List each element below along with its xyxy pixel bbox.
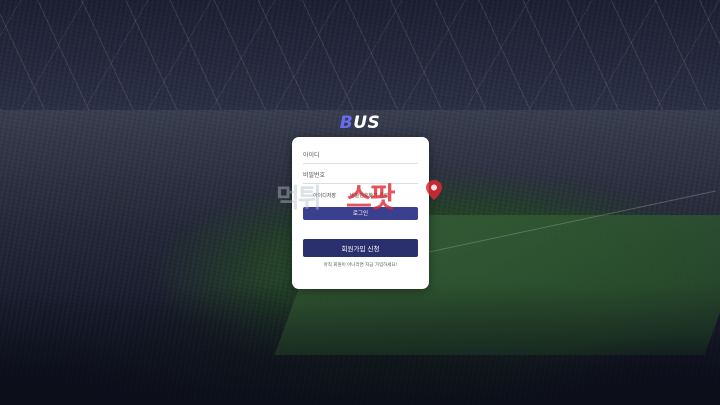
username-input[interactable]	[303, 147, 418, 164]
signup-button[interactable]: 회원가입 신청	[303, 239, 418, 257]
save-id-checkbox-label[interactable]: 아이디저장	[313, 192, 336, 199]
site-logo: BUS	[0, 113, 720, 133]
logo-text: US	[353, 113, 381, 133]
login-button[interactable]: 로그인	[303, 207, 418, 220]
find-password-link[interactable]: 비밀번호찾기 클릭	[350, 192, 388, 199]
login-options-row: 아이디저장 비밀번호찾기 클릭	[303, 190, 418, 200]
signup-hint: 아직 회원이 아니라면 지금 가입하세요!	[323, 263, 398, 268]
password-input[interactable]	[303, 167, 418, 184]
logo-letter-b: B	[339, 113, 354, 133]
login-card: 아이디저장 비밀번호찾기 클릭 로그인 회원가입 신청 아직 회원이 아니라면 …	[292, 137, 429, 289]
